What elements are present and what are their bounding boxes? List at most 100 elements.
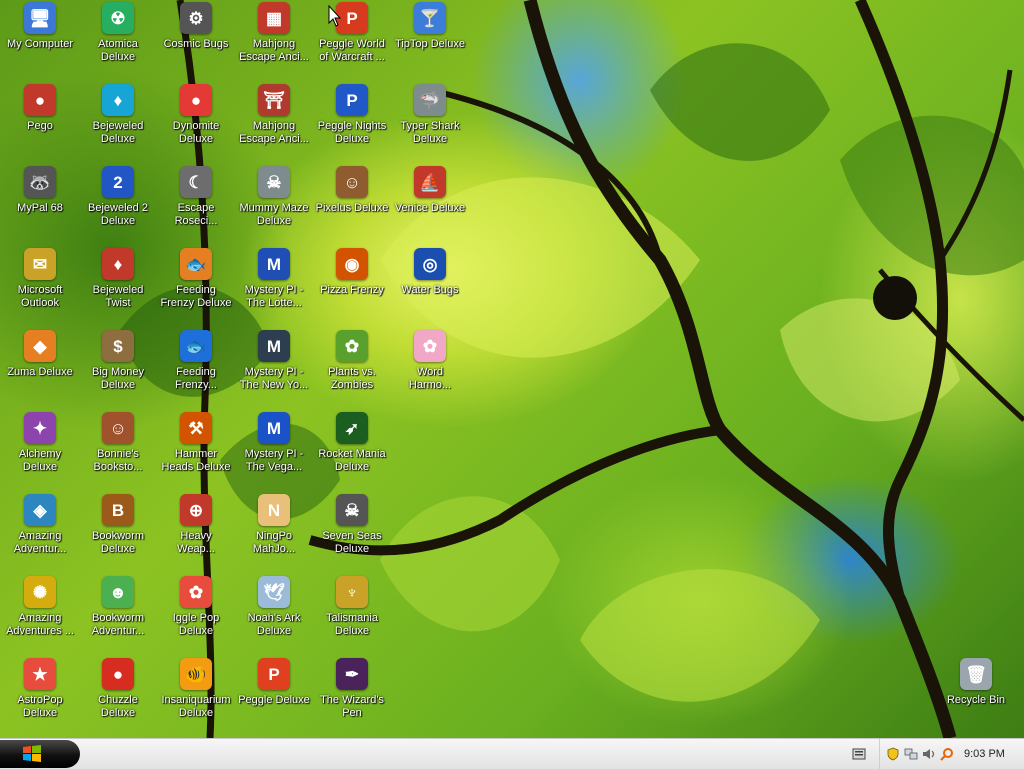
desktop-shortcut[interactable]: ☺ Bonnie's Booksto... xyxy=(80,412,156,474)
feeding-frenzy-icon: 🐟 xyxy=(180,248,212,280)
desktop-shortcut[interactable]: ◎ Water Bugs xyxy=(392,248,468,297)
desktop-shortcut[interactable]: ✉ Microsoft Outlook xyxy=(2,248,78,310)
shortcut-label: Bejeweled Deluxe xyxy=(92,120,144,145)
shortcut-label: Water Bugs xyxy=(401,284,459,296)
desktop-shortcut[interactable]: ★ AstroPop Deluxe xyxy=(2,658,78,720)
desktop-shortcut[interactable]: ✺ Amazing Adventures ... xyxy=(2,576,78,638)
desktop-shortcut[interactable]: 2 Bejeweled 2 Deluxe xyxy=(80,166,156,228)
desktop-shortcut[interactable]: 🖥 My Computer xyxy=(2,2,78,51)
network-icon[interactable] xyxy=(904,747,918,761)
shortcut-label: Alchemy Deluxe xyxy=(18,448,62,473)
show-desktop-icon[interactable] xyxy=(852,747,866,761)
desktop-shortcut[interactable]: ● Chuzzle Deluxe xyxy=(80,658,156,720)
desktop-shortcut[interactable]: M Mystery PI - The Vega... xyxy=(236,412,312,474)
desktop-shortcut[interactable]: ☾ Escape Roseci... xyxy=(158,166,234,228)
desktop-shortcut[interactable]: ☢ Atomica Deluxe xyxy=(80,2,156,64)
shortcut-label: AstroPop Deluxe xyxy=(17,694,63,719)
dynomite-icon: ● xyxy=(180,84,212,116)
desktop-shortcut[interactable]: ● Pego xyxy=(2,84,78,133)
mouse-cursor xyxy=(328,5,342,27)
shortcut-label: Pego xyxy=(27,120,53,132)
desktop-shortcut[interactable]: ☻ Bookworm Adventur... xyxy=(80,576,156,638)
desktop-shortcut[interactable]: ☠ Mummy Maze Deluxe xyxy=(236,166,312,228)
taskbar-clock[interactable]: 9:03 PM xyxy=(964,748,1005,760)
desktop-shortcut[interactable]: ☺ Pixelus Deluxe xyxy=(314,166,390,215)
desktop-shortcut[interactable]: ✿ Iggle Pop Deluxe xyxy=(158,576,234,638)
desktop-shortcut[interactable]: P Peggle Deluxe xyxy=(236,658,312,707)
security-shield-icon[interactable] xyxy=(886,747,900,761)
search-icon[interactable] xyxy=(940,747,954,761)
alchemy-icon: ✦ xyxy=(24,412,56,444)
mummy-maze-icon: ☠ xyxy=(258,166,290,198)
desktop-shortcut[interactable]: ☠ Seven Seas Deluxe xyxy=(314,494,390,556)
shortcut-label: Atomica Deluxe xyxy=(98,38,138,63)
hammer-heads-icon: ⚒ xyxy=(180,412,212,444)
desktop-shortcut[interactable]: ♦ Bejeweled Deluxe xyxy=(80,84,156,146)
bejeweled-icon: ♦ xyxy=(102,84,134,116)
desktop-shortcut[interactable]: ✿ Plants vs. Zombies xyxy=(314,330,390,392)
shortcut-label: Bookworm Adventur... xyxy=(91,612,145,637)
bonnies-bookstore-icon: ☺ xyxy=(102,412,134,444)
mypal-icon: 🦝 xyxy=(24,166,56,198)
my-computer-icon: 🖥 xyxy=(24,2,56,34)
desktop-shortcut[interactable]: ⛵ Venice Deluxe xyxy=(392,166,468,215)
desktop-shortcut[interactable]: P Peggle Nights Deluxe xyxy=(314,84,390,146)
mahjong-escape-1-icon: ▦ xyxy=(258,2,290,34)
talismania-icon: ♆ xyxy=(336,576,368,608)
desktop-shortcut[interactable]: ✒ The Wizard's Pen xyxy=(314,658,390,720)
shortcut-label: Heavy Weap... xyxy=(177,530,215,555)
bejeweled-2-icon: 2 xyxy=(102,166,134,198)
desktop-shortcut[interactable]: $ Big Money Deluxe xyxy=(80,330,156,392)
desktop-shortcut[interactable]: M Mystery PI - The New Yo... xyxy=(236,330,312,392)
desktop-shortcut[interactable]: 🕊 Noah's Ark Deluxe xyxy=(236,576,312,638)
mystery-pi-vegas-icon: M xyxy=(258,412,290,444)
desktop-shortcut[interactable]: ✦ Alchemy Deluxe xyxy=(2,412,78,474)
volume-icon[interactable] xyxy=(922,747,936,761)
shortcut-label: The Wizard's Pen xyxy=(320,694,384,719)
shortcut-label: Mystery PI - The Vega... xyxy=(244,448,304,473)
shortcut-label: Bejeweled 2 Deluxe xyxy=(88,202,148,227)
desktop-shortcut[interactable]: ● Dynomite Deluxe xyxy=(158,84,234,146)
pego-icon: ● xyxy=(24,84,56,116)
desktop-shortcut[interactable]: N NingPo MahJo... xyxy=(236,494,312,556)
desktop-shortcut[interactable]: P Peggle World of Warcraft ... xyxy=(314,2,390,64)
desktop-shortcut[interactable]: ◆ Zuma Deluxe xyxy=(2,330,78,379)
desktop-shortcut[interactable]: ➶ Rocket Mania Deluxe xyxy=(314,412,390,474)
word-harmony-icon: ✿ xyxy=(414,330,446,362)
desktop-shortcut[interactable]: 🗑 Recycle Bin xyxy=(938,658,1014,707)
desktop-shortcut[interactable]: B Bookworm Deluxe xyxy=(80,494,156,556)
chuzzle-icon: ● xyxy=(102,658,134,690)
wizards-pen-icon: ✒ xyxy=(336,658,368,690)
desktop-shortcut[interactable]: 🐟 Feeding Frenzy Deluxe xyxy=(158,248,234,310)
desktop-shortcut[interactable]: ◈ Amazing Adventur... xyxy=(2,494,78,556)
shortcut-label: Peggle Nights Deluxe xyxy=(317,120,387,145)
desktop-shortcut[interactable]: ♆ Talismania Deluxe xyxy=(314,576,390,638)
desktop-shortcut[interactable]: ♦ Bejeweled Twist xyxy=(80,248,156,310)
desktop-shortcut[interactable]: ✿ Word Harmo... xyxy=(392,330,468,392)
desktop-shortcut[interactable]: ⚙ Cosmic Bugs xyxy=(158,2,234,51)
pizza-frenzy-icon: ◉ xyxy=(336,248,368,280)
shortcut-label: Mystery PI - The Lotte... xyxy=(244,284,304,309)
shortcut-label: Noah's Ark Deluxe xyxy=(247,612,301,637)
desktop-shortcut[interactable]: ⛩ Mahjong Escape Anci... xyxy=(236,84,312,146)
start-button[interactable] xyxy=(0,740,80,768)
desktop-shortcut[interactable]: ◉ Pizza Frenzy xyxy=(314,248,390,297)
desktop-shortcut[interactable]: 🦈 Typer Shark Deluxe xyxy=(392,84,468,146)
shortcut-label: Amazing Adventur... xyxy=(13,530,67,555)
desktop-shortcut[interactable]: 🐟 Feeding Frenzy... xyxy=(158,330,234,392)
shortcut-label: Seven Seas Deluxe xyxy=(322,530,382,555)
desktop-shortcut[interactable]: M Mystery PI - The Lotte... xyxy=(236,248,312,310)
desktop-shortcut[interactable]: ▦ Mahjong Escape Anci... xyxy=(236,2,312,64)
shortcut-label: Microsoft Outlook xyxy=(17,284,63,309)
shortcut-label: Hammer Heads Deluxe xyxy=(161,448,231,473)
mystery-pi-new-york-icon: M xyxy=(258,330,290,362)
shortcut-label: My Computer xyxy=(6,38,74,50)
desktop-shortcut[interactable]: 🐠 Insaniquarium Deluxe xyxy=(158,658,234,720)
pixelus-icon: ☺ xyxy=(336,166,368,198)
desktop-shortcut[interactable]: 🦝 MyPal 68 xyxy=(2,166,78,215)
shortcut-label: Bookworm Deluxe xyxy=(92,530,144,555)
desktop-shortcut[interactable]: 🍸 TipTop Deluxe xyxy=(392,2,468,51)
desktop-shortcut[interactable]: ⚒ Hammer Heads Deluxe xyxy=(158,412,234,474)
shortcut-label: Typer Shark Deluxe xyxy=(400,120,460,145)
desktop-shortcut[interactable]: ⊕ Heavy Weap... xyxy=(158,494,234,556)
